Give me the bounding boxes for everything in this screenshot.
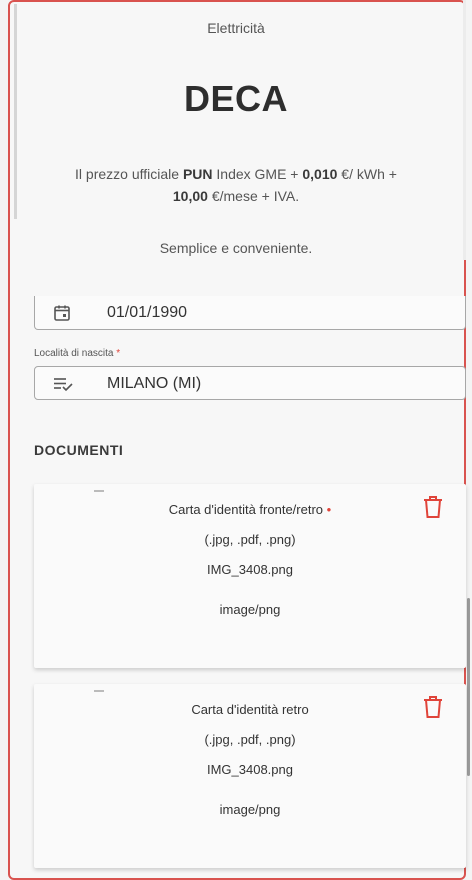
document-formats: (.jpg, .pdf, .png) bbox=[204, 532, 296, 547]
drag-handle[interactable] bbox=[94, 690, 104, 692]
calendar-icon bbox=[54, 305, 70, 321]
documents-section-title: DOCUMENTI bbox=[34, 442, 124, 458]
price-prefix: Il prezzo ufficiale bbox=[75, 166, 183, 182]
scrollbar[interactable] bbox=[467, 598, 470, 776]
price-spread: 0,010 bbox=[302, 166, 338, 182]
document-title-row: Carta d'identità fronte/retro • bbox=[34, 502, 466, 517]
list-check-icon bbox=[54, 378, 73, 392]
required-marker: * bbox=[116, 348, 121, 359]
document-file-name: IMG_3408.png bbox=[206, 762, 293, 777]
price-description: Il prezzo ufficiale PUN Index GME + 0,01… bbox=[0, 163, 472, 207]
birth-place-field[interactable]: MILANO (MI) bbox=[34, 366, 466, 400]
price-spread-unit: €/ kWh + bbox=[337, 166, 397, 182]
tagline: Semplice e conveniente. bbox=[159, 240, 313, 256]
product-category: Elettricità bbox=[207, 20, 265, 36]
document-title: Carta d'identità retro bbox=[191, 702, 309, 717]
birth-place-label: Località di nascita * bbox=[34, 348, 120, 359]
document-card[interactable]: Carta d'identità retro (.jpg, .pdf, .png… bbox=[34, 684, 466, 868]
price-monthly-unit: €/mese + IVA. bbox=[207, 188, 300, 204]
drag-handle[interactable] bbox=[94, 490, 104, 492]
price-index-desc: Index GME + bbox=[212, 166, 303, 182]
document-formats: (.jpg, .pdf, .png) bbox=[204, 732, 296, 747]
birth-date-value: 01/01/1990 bbox=[107, 304, 188, 321]
document-card[interactable]: Carta d'identità fronte/retro • (.jpg, .… bbox=[34, 484, 466, 668]
birth-place-value: MILANO (MI) bbox=[107, 375, 202, 392]
right-divider bbox=[463, 0, 466, 260]
document-file-name: IMG_3408.png bbox=[206, 562, 293, 577]
birth-place-label-text: Località di nascita bbox=[34, 348, 114, 359]
birth-date-field[interactable]: 01/01/1990 bbox=[34, 296, 466, 330]
document-title: Carta d'identità fronte/retro bbox=[168, 502, 324, 517]
price-index-name: PUN bbox=[182, 166, 213, 182]
required-marker: • bbox=[326, 502, 332, 517]
document-mime-type: image/png bbox=[219, 802, 281, 817]
trash-icon[interactable] bbox=[420, 494, 446, 520]
product-title: DECA bbox=[183, 78, 288, 119]
trash-icon[interactable] bbox=[420, 694, 446, 720]
document-mime-type: image/png bbox=[219, 602, 281, 617]
price-monthly-fee: 10,00 bbox=[172, 188, 208, 204]
